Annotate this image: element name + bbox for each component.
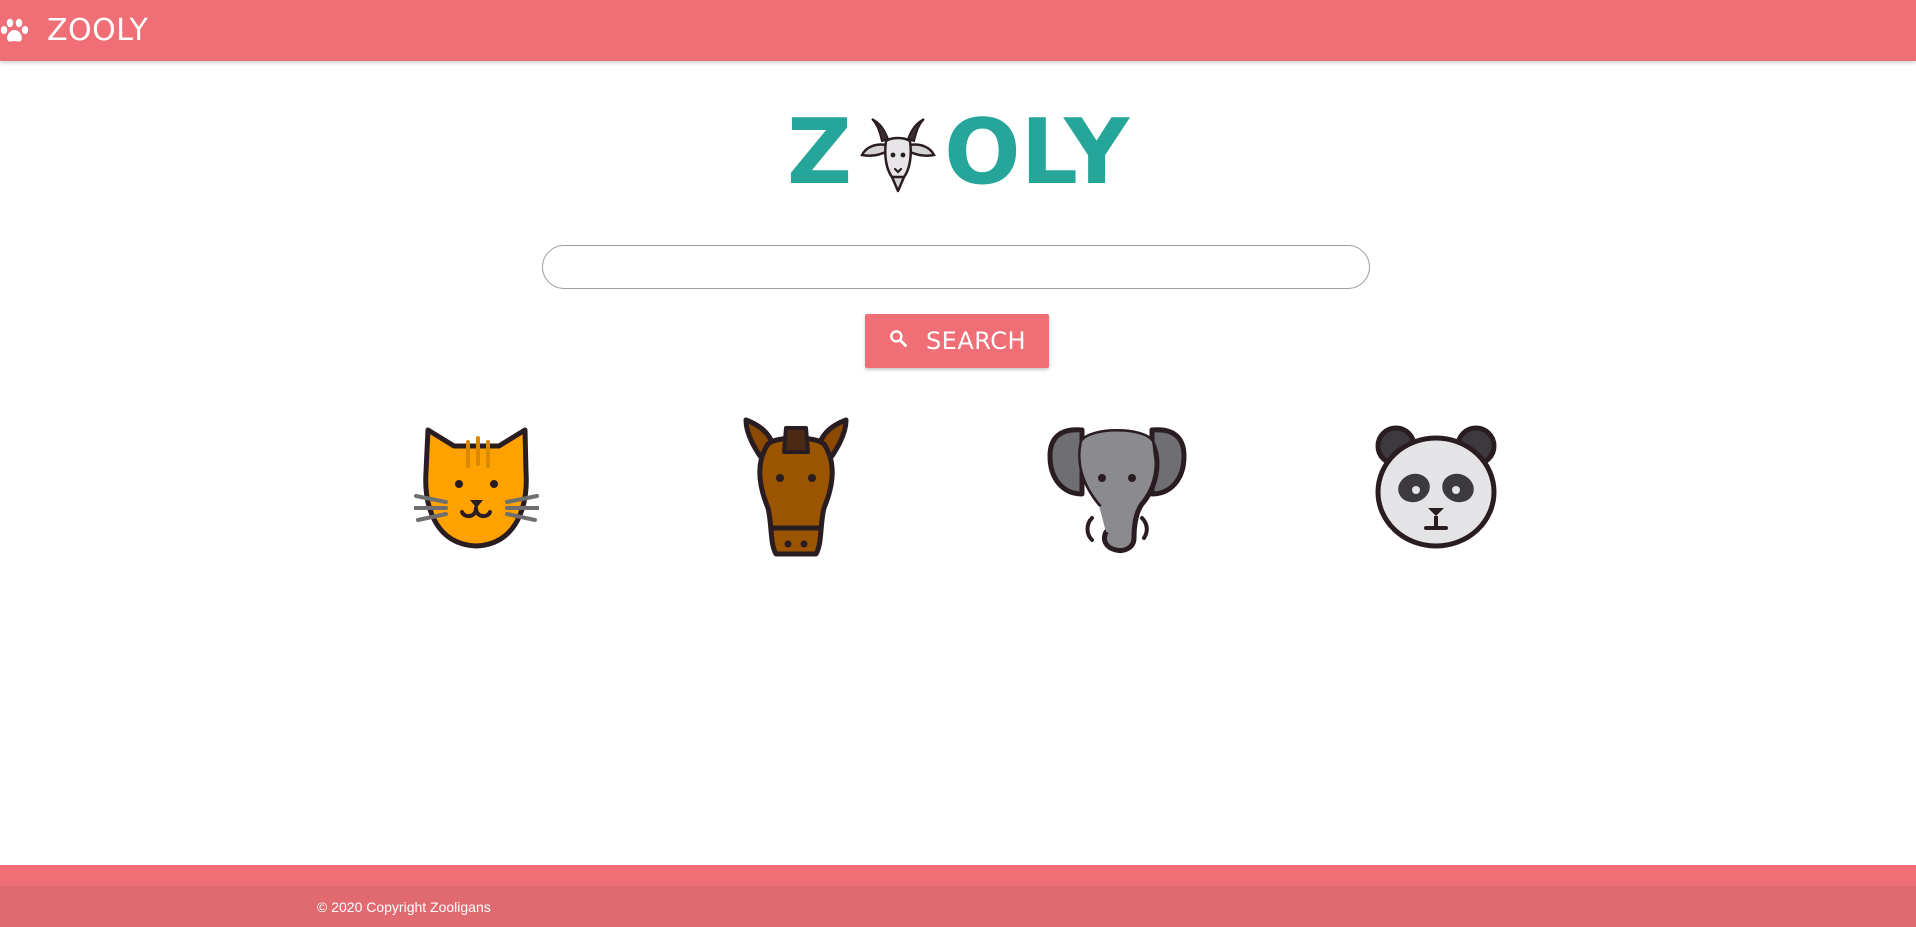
search-icon — [890, 330, 907, 347]
search-button-label: SEARCH — [925, 327, 1027, 355]
footer-copyright-bar: © 2020 Copyright Zooligans — [0, 886, 1916, 927]
search-input[interactable] — [542, 245, 1370, 289]
brand-title: ZOOLY — [47, 13, 149, 48]
logo-letters-oly: OLY — [944, 100, 1130, 205]
horse-icon[interactable] — [742, 416, 850, 560]
logo-letter-z: Z — [786, 100, 853, 205]
search-button[interactable]: SEARCH — [865, 314, 1049, 368]
cat-icon[interactable] — [414, 424, 539, 552]
zooly-logo: Z OLY — [0, 108, 1916, 198]
top-navbar: ZOOLY — [0, 0, 1916, 61]
brand-link[interactable]: ZOOLY — [0, 0, 148, 61]
panda-icon[interactable] — [1374, 424, 1498, 550]
elephant-icon[interactable] — [1046, 422, 1188, 554]
footer-copyright: © 2020 Copyright Zooligans — [317, 898, 491, 915]
footer — [0, 865, 1916, 886]
goat-icon — [860, 118, 936, 193]
paw-icon — [0, 18, 29, 42]
